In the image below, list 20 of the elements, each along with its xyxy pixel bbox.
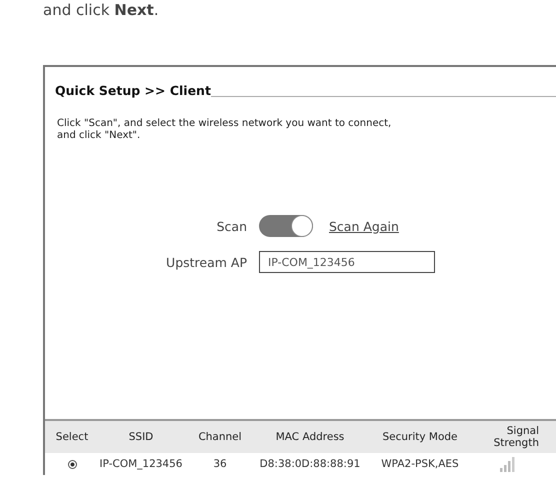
column-header: Select [54, 431, 90, 443]
instruction-text: Click "Scan", and select the wireless network you want to connect, and click "Next". [57, 118, 392, 142]
security-cell-text: WPA2-PSK,AES [380, 458, 460, 470]
signal-icon [499, 456, 517, 472]
column-header: Signal Strength [492, 425, 539, 449]
column-header: SSID [128, 431, 154, 443]
panel-title: Quick Setup >> Client [55, 83, 211, 98]
upstream-ap-label: Upstream AP [165, 254, 247, 270]
mac-cell-text: D8:38:0D:88:88:91 [258, 458, 362, 470]
column-header: MAC Address [274, 431, 346, 443]
scan-label: Scan [216, 218, 247, 234]
scan-toggle[interactable] [259, 215, 313, 237]
upstream-ap-field[interactable]: IP-COM_123456 [259, 251, 435, 273]
ssid-cell: IP-COM_123456 [99, 458, 183, 470]
column-header: Channel [197, 431, 243, 443]
scan-again-link[interactable]: Scan Again [329, 218, 399, 234]
channel-cell-text: 36 [212, 458, 228, 470]
manual-text: and click Next. [42, 0, 160, 21]
column-header: Security Mode [381, 431, 459, 443]
select-radio[interactable] [68, 460, 76, 468]
